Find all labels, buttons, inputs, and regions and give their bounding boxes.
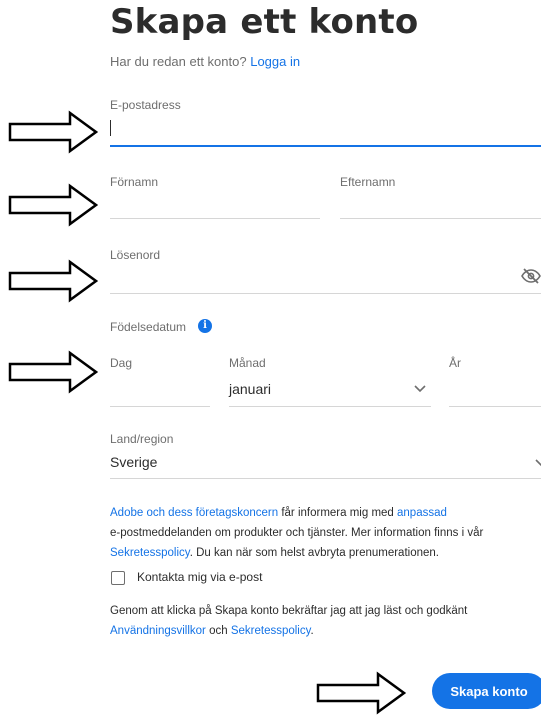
page-title: Skapa ett konto bbox=[110, 2, 419, 42]
country-underline bbox=[110, 478, 541, 479]
day-field[interactable] bbox=[110, 374, 210, 406]
month-underline bbox=[229, 406, 431, 407]
consent-text-3: . Du kan när som helst avbryta prenumera… bbox=[189, 547, 439, 559]
arrow-right-icon bbox=[8, 110, 98, 154]
text-caret bbox=[110, 120, 111, 136]
terms-of-use-link[interactable]: Användningsvillkor bbox=[110, 625, 206, 637]
day-label: Dag bbox=[110, 356, 133, 370]
terms-text: Genom att klicka på Skapa konto bekräfta… bbox=[110, 601, 540, 641]
checkbox-label: Kontakta mig via e-post bbox=[137, 570, 263, 584]
arrow-right-icon bbox=[8, 350, 98, 394]
chevron-down-icon bbox=[535, 459, 541, 467]
terms-and: och bbox=[205, 625, 231, 637]
year-underline bbox=[449, 406, 541, 407]
day-underline bbox=[110, 406, 210, 407]
terms-period: . bbox=[310, 625, 314, 637]
arrow-right-icon bbox=[8, 183, 98, 227]
country-value: Sverige bbox=[110, 454, 158, 470]
adobe-companies-link[interactable]: Adobe och dess företagskoncern bbox=[110, 507, 278, 519]
email-consent-checkbox[interactable] bbox=[111, 571, 125, 585]
country-label: Land/region bbox=[110, 432, 174, 446]
country-select[interactable]: Sverige bbox=[110, 448, 541, 478]
eye-off-icon[interactable] bbox=[521, 268, 541, 284]
privacy-policy-link[interactable]: Sekretesspolicy bbox=[110, 547, 190, 559]
first-name-label: Förnamn bbox=[110, 175, 159, 189]
create-account-button[interactable]: Skapa konto bbox=[432, 673, 541, 709]
personalized-link[interactable]: anpassad bbox=[397, 507, 447, 519]
terms-sentence: Genom att klicka på Skapa konto bekräfta… bbox=[110, 605, 468, 617]
last-name-field[interactable] bbox=[340, 192, 541, 218]
password-label: Lösenord bbox=[110, 248, 161, 262]
password-field[interactable] bbox=[110, 266, 520, 292]
email-underline bbox=[110, 145, 541, 147]
chevron-down-icon bbox=[414, 385, 426, 393]
month-value: januari bbox=[229, 381, 272, 397]
password-underline bbox=[110, 293, 541, 294]
first-name-field[interactable] bbox=[110, 192, 320, 218]
month-select[interactable]: januari bbox=[229, 374, 431, 406]
arrow-right-icon bbox=[316, 671, 406, 715]
arrow-right-icon bbox=[8, 259, 98, 303]
info-icon[interactable]: i bbox=[198, 319, 212, 333]
privacy-policy-link-2[interactable]: Sekretesspolicy bbox=[231, 625, 311, 637]
email-label: E-postadress bbox=[110, 98, 181, 112]
year-label: År bbox=[449, 356, 461, 370]
consent-text-2: e-postmeddelanden om produkter och tjäns… bbox=[110, 527, 484, 539]
has-account-text: Har du redan ett konto? bbox=[110, 54, 247, 69]
consent-text-1: får informera mig med bbox=[278, 507, 398, 519]
month-label: Månad bbox=[229, 356, 266, 370]
email-field[interactable] bbox=[110, 116, 541, 146]
last-name-underline bbox=[340, 218, 541, 219]
login-link[interactable]: Logga in bbox=[250, 54, 300, 69]
last-name-label: Efternamn bbox=[340, 175, 396, 189]
year-field[interactable] bbox=[449, 374, 541, 406]
login-prompt: Har du redan ett konto? Logga in bbox=[110, 54, 300, 69]
birthdate-label: Födelsedatum bbox=[110, 320, 187, 334]
marketing-consent-text: Adobe och dess företagskoncern får infor… bbox=[110, 503, 540, 563]
first-name-underline bbox=[110, 218, 320, 219]
